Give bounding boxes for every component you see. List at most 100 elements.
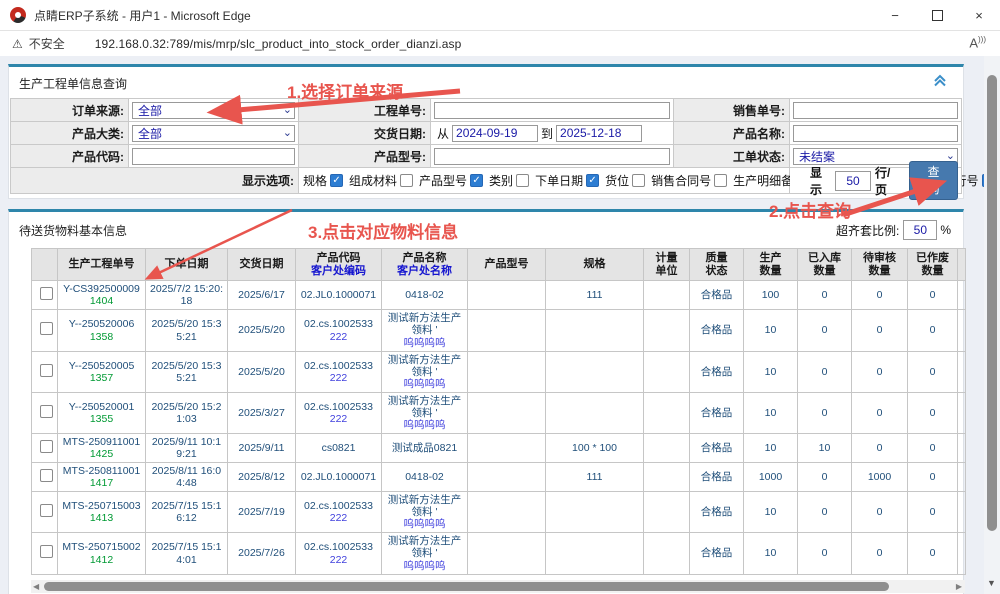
- vertical-scrollbar[interactable]: ▼: [984, 56, 1000, 594]
- order-source-select[interactable]: 全部 ⌄: [132, 102, 295, 119]
- horizontal-scrollbar[interactable]: ◀ ▶: [31, 580, 965, 593]
- product-code-input[interactable]: [132, 148, 295, 165]
- row-checkbox[interactable]: [40, 287, 53, 300]
- row-select-cell: [32, 463, 58, 492]
- row-select-cell: [32, 351, 58, 392]
- table-row[interactable]: Y--25052000513572025/5/20 15:35:212025/5…: [32, 351, 966, 392]
- customer-name-link[interactable]: 呜呜呜呜: [384, 378, 465, 390]
- qty-pending-cell: 1000: [852, 463, 908, 492]
- table-row[interactable]: Y--25052000113552025/5/20 15:21:032025/3…: [32, 392, 966, 433]
- display-option-checkbox[interactable]: [632, 174, 645, 187]
- customer-code-link[interactable]: 222: [298, 554, 379, 566]
- row-checkbox[interactable]: [40, 364, 53, 377]
- qty-void-cell: 0: [908, 351, 958, 392]
- customer-name-link[interactable]: 呜呜呜呜: [384, 560, 465, 572]
- display-option-checkbox[interactable]: [714, 174, 727, 187]
- qty-void-cell: 0: [908, 392, 958, 433]
- product-name-label: 产品名称:: [674, 122, 790, 145]
- close-button[interactable]: ×: [958, 0, 1000, 30]
- customer-name-link[interactable]: 呜呜呜呜: [384, 337, 465, 349]
- ratio-input[interactable]: [903, 220, 937, 240]
- product-name: 测试成品0821: [384, 442, 465, 454]
- display-option-label: 组成材料: [349, 172, 397, 189]
- maximize-icon: [932, 10, 943, 21]
- row-checkbox[interactable]: [40, 504, 53, 517]
- customer-name-link[interactable]: 呜呜呜呜: [384, 419, 465, 431]
- product-name: 测试新方法生产领料 ': [384, 354, 465, 378]
- product-name-input[interactable]: [793, 125, 958, 142]
- unit-cell: [644, 351, 690, 392]
- project-no-input[interactable]: [434, 102, 670, 119]
- quality-status-cell: 合格品: [690, 310, 744, 351]
- product-name-cell: 测试新方法生产领料 '呜呜呜呜: [382, 310, 468, 351]
- row-select-cell: [32, 281, 58, 310]
- insecure-warning-icon: ⚠: [12, 37, 23, 51]
- close-icon: ×: [975, 8, 983, 23]
- row-checkbox[interactable]: [40, 469, 53, 482]
- delivery-date-cell: 2025/7/19: [228, 492, 296, 533]
- page-size-prefix: 显示: [810, 164, 831, 198]
- scroll-down-icon[interactable]: ▼: [987, 578, 996, 588]
- security-label[interactable]: 不安全: [29, 35, 65, 52]
- materials-panel: 待送货物料基本信息 超齐套比例: % 生产工程单号下单日期交货日期产品代码客户处…: [8, 209, 964, 594]
- minimize-button[interactable]: −: [874, 0, 916, 30]
- product-code: 02.cs.1002533: [298, 401, 379, 413]
- chevron-down-icon: ⌄: [283, 106, 292, 114]
- delivery-date-cell: 2025/9/11: [228, 433, 296, 462]
- ratio-box: 超齐套比例: %: [836, 220, 951, 240]
- customer-name-link[interactable]: 呜呜呜呜: [384, 518, 465, 530]
- trailing-cell: [958, 533, 966, 574]
- display-option-checkbox[interactable]: [400, 174, 413, 187]
- display-option-checkbox[interactable]: [516, 174, 529, 187]
- table-row[interactable]: MTS-25081100114172025/8/11 16:04:482025/…: [32, 463, 966, 492]
- horizontal-scrollbar-thumb[interactable]: [44, 582, 889, 591]
- search-button[interactable]: 查询: [909, 161, 958, 200]
- quality-status-cell: 合格品: [690, 433, 744, 462]
- table-row[interactable]: Y-CS39250000914042025/7/2 15:20:182025/6…: [32, 281, 966, 310]
- spec-cell: [546, 492, 644, 533]
- customer-code-link[interactable]: 222: [298, 413, 379, 425]
- table-row[interactable]: MTS-25071500314132025/7/15 15:16:122025/…: [32, 492, 966, 533]
- product-name-cell: 测试成品0821: [382, 433, 468, 462]
- sales-no-input[interactable]: [793, 102, 958, 119]
- row-checkbox[interactable]: [40, 440, 53, 453]
- query-form: 订单来源: 全部 ⌄ 工程单号: 销售单号: 产品大类: 全部 ⌄: [10, 98, 962, 194]
- spec-cell: [546, 310, 644, 351]
- collapse-panel-icon[interactable]: [933, 74, 947, 92]
- display-option-checkbox[interactable]: ✓: [586, 174, 599, 187]
- read-aloud-icon[interactable]: A))): [969, 35, 986, 50]
- maximize-button[interactable]: [916, 0, 958, 30]
- table-row[interactable]: MTS-25091100114252025/9/11 10:19:212025/…: [32, 433, 966, 462]
- scroll-left-icon[interactable]: ◀: [33, 582, 39, 591]
- order-no-cell: MTS-2509110011425: [58, 433, 146, 462]
- customer-code-link[interactable]: 222: [298, 372, 379, 384]
- qty-in-stock-cell: 0: [798, 281, 852, 310]
- table-row[interactable]: MTS-25071500214122025/7/15 15:14:012025/…: [32, 533, 966, 574]
- product-category-select[interactable]: 全部 ⌄: [132, 125, 295, 142]
- qty-in-stock-cell: 0: [798, 463, 852, 492]
- page-size-input[interactable]: [835, 171, 871, 191]
- chevron-down-icon: ⌄: [946, 152, 955, 160]
- column-header: 下单日期: [146, 249, 228, 281]
- row-checkbox[interactable]: [40, 545, 53, 558]
- row-checkbox[interactable]: [40, 405, 53, 418]
- url-text[interactable]: 192.168.0.32:789/mis/mrp/slc_product_int…: [95, 37, 462, 51]
- product-name: 测试新方法生产领料 ': [384, 395, 465, 419]
- customer-code-link[interactable]: 222: [298, 331, 379, 343]
- vertical-scrollbar-thumb[interactable]: [987, 75, 997, 531]
- product-name: 测试新方法生产领料 ': [384, 312, 465, 336]
- order-no: MTS-250715002: [60, 541, 143, 553]
- display-option: 货位: [605, 172, 645, 189]
- scroll-right-icon[interactable]: ▶: [956, 582, 962, 591]
- display-option-checkbox[interactable]: ✓: [330, 174, 343, 187]
- display-option-checkbox[interactable]: ✓: [470, 174, 483, 187]
- table-row[interactable]: Y--25052000613582025/5/20 15:35:212025/5…: [32, 310, 966, 351]
- date-to-input[interactable]: [556, 125, 642, 142]
- date-from-input[interactable]: [452, 125, 538, 142]
- qty-void-cell: 0: [908, 433, 958, 462]
- row-checkbox[interactable]: [40, 322, 53, 335]
- customer-code-link[interactable]: 222: [298, 512, 379, 524]
- product-category-label: 产品大类:: [11, 122, 129, 145]
- product-model-input[interactable]: [434, 148, 670, 165]
- column-header: [32, 249, 58, 281]
